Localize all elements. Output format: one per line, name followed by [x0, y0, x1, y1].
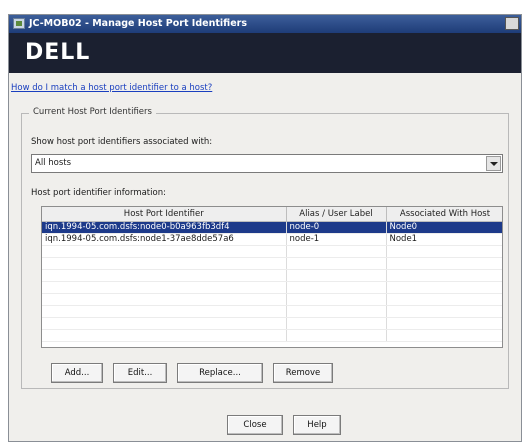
- help-link[interactable]: How do I match a host port identifier to…: [11, 83, 212, 93]
- host-port-identifier-table: Host Port Identifier Alias / User Label …: [41, 206, 503, 348]
- chevron-down-icon[interactable]: [486, 156, 501, 171]
- edit-button[interactable]: Edit...: [113, 363, 167, 383]
- cell-host: Node0: [386, 221, 502, 234]
- cell-identifier: iqn.1994-05.com.dsfs:node1-37ae8dde57a6: [42, 233, 287, 246]
- empty-table-row: [42, 245, 502, 258]
- table-row[interactable]: iqn.1994-05.com.dsfs:node0-b0a963fb3df4 …: [42, 221, 502, 234]
- add-button[interactable]: Add...: [51, 363, 103, 383]
- column-header-host[interactable]: Associated With Host: [386, 207, 502, 222]
- empty-table-row: [42, 257, 502, 270]
- dell-logo: DELL: [25, 40, 91, 65]
- empty-table-row: [42, 305, 502, 318]
- empty-table-row: [42, 293, 502, 306]
- empty-table-row: [42, 329, 502, 342]
- empty-table-row: [42, 281, 502, 294]
- empty-table-row: [42, 269, 502, 282]
- group-title: Current Host Port Identifiers: [29, 107, 156, 117]
- manage-host-port-identifiers-dialog: JC-MOB02 - Manage Host Port Identifiers …: [8, 14, 522, 442]
- app-window-icon: [13, 18, 25, 29]
- table-row[interactable]: iqn.1994-05.com.dsfs:node1-37ae8dde57a6 …: [42, 233, 502, 246]
- info-label: Host port identifier information:: [31, 188, 166, 198]
- column-header-alias[interactable]: Alias / User Label: [286, 207, 387, 222]
- cell-alias: node-1: [286, 233, 387, 246]
- title-bar[interactable]: JC-MOB02 - Manage Host Port Identifiers: [9, 15, 521, 33]
- cell-alias: node-0: [286, 221, 387, 234]
- host-filter-value: All hosts: [35, 158, 72, 168]
- show-filter-label: Show host port identifiers associated wi…: [31, 137, 213, 147]
- column-header-identifier[interactable]: Host Port Identifier: [42, 207, 287, 222]
- window-title: JC-MOB02 - Manage Host Port Identifiers: [29, 18, 247, 29]
- remove-button[interactable]: Remove: [273, 363, 333, 383]
- close-button[interactable]: Close: [227, 415, 283, 435]
- close-window-button[interactable]: [505, 17, 519, 30]
- empty-table-row: [42, 317, 502, 330]
- table-header-row: Host Port Identifier Alias / User Label …: [42, 207, 502, 222]
- cell-host: Node1: [386, 233, 502, 246]
- host-filter-select[interactable]: All hosts: [31, 154, 503, 173]
- dell-banner: DELL: [9, 33, 521, 73]
- help-button[interactable]: Help: [293, 415, 341, 435]
- cell-identifier: iqn.1994-05.com.dsfs:node0-b0a963fb3df4: [42, 221, 287, 234]
- replace-button[interactable]: Replace...: [177, 363, 263, 383]
